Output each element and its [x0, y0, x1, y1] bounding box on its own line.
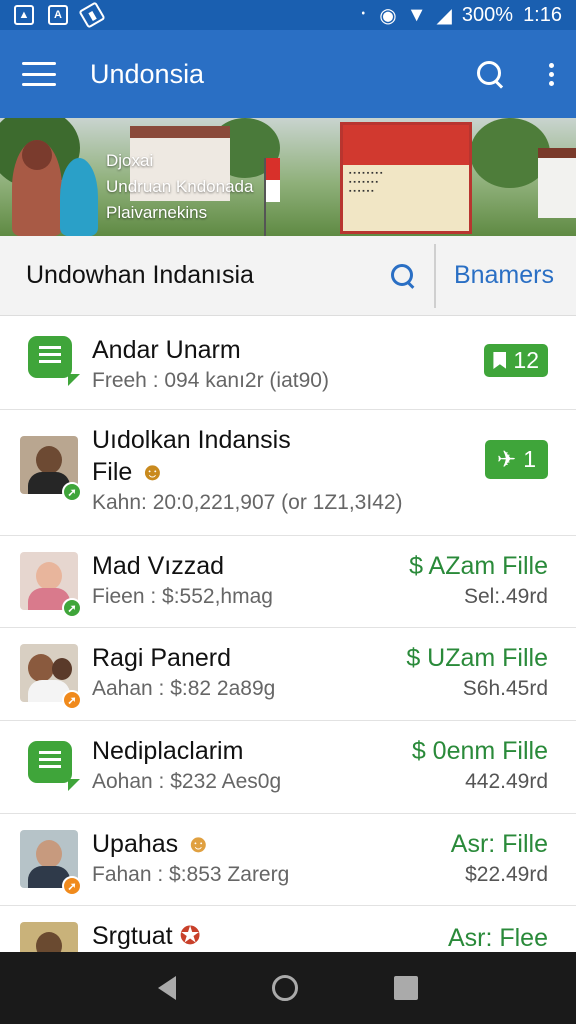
section-search-icon[interactable] — [390, 263, 416, 289]
chat-icon — [20, 735, 80, 795]
list-item[interactable]: Andar Unarm Freeh : 094 kanı2r (iat90) 1… — [0, 316, 576, 410]
section-header: Undowhan Indanısia Bnamers — [0, 236, 576, 316]
bookmark-icon — [493, 352, 507, 369]
price-label[interactable]: Asr: Fille — [451, 828, 548, 860]
price-label[interactable]: Asr: Flee — [448, 922, 548, 954]
hero-banner[interactable]: Djoxai Undruan Kndonada Plaivarnekins ▪ … — [0, 118, 576, 236]
search-icon[interactable] — [475, 59, 505, 89]
image-notification-icon: ▲ — [14, 5, 34, 25]
back-icon[interactable] — [158, 976, 176, 1000]
list-item[interactable]: Nediplaclarim Aohan : $232 Aes0g $ 0enm … — [0, 721, 576, 814]
banners-button[interactable]: Bnamers — [436, 261, 576, 290]
file-list: Andar Unarm Freeh : 094 kanı2r (iat90) 1… — [0, 316, 576, 980]
price-label[interactable]: $ AZam Fille — [409, 550, 548, 582]
app-bar: Undonsia — [0, 30, 576, 118]
section-title: Undowhan Indanısia — [26, 261, 254, 289]
signal-icon: ◢ — [436, 4, 452, 27]
system-nav-bar — [0, 952, 576, 1024]
status-badge-icon: ➚ — [62, 598, 82, 618]
bookmark-badge[interactable]: 12 — [484, 344, 548, 377]
banner-signboard: ▪ ▪ ▪ ▪ ▪ ▪ ▪ ▪ ▪ ▪ ▪ ▪ ▪ ▪ ▪ ▪ ▪ ▪ ▪ ▪ ▪ — [340, 122, 472, 234]
dove-icon: ✈ — [496, 446, 517, 472]
list-item[interactable]: ➚ Ragi Panerd Aahan : $:82 2a89g $ UZam … — [0, 628, 576, 721]
home-icon[interactable] — [272, 975, 298, 1001]
menu-icon[interactable] — [22, 62, 56, 86]
list-item[interactable]: ➚ Uıdolkan Indansis File ☻ Kahn: 20:0,22… — [0, 410, 576, 536]
tag-notification-icon: ▮ — [78, 1, 106, 29]
chart-notification-icon: A — [48, 5, 68, 25]
list-item[interactable]: ➚ Mad Vızzad Fieen : $:552,hmag $ AZam F… — [0, 536, 576, 628]
chat-icon — [20, 330, 80, 390]
status-badge-icon: ➚ — [62, 482, 82, 502]
clock: 1:16 — [523, 3, 562, 26]
emoji-icon: ☻ — [185, 830, 212, 858]
recent-apps-icon[interactable] — [394, 976, 418, 1000]
list-item[interactable]: ➚ Upahas ☻ Fahan : $:853 Zarerg Asr: Fil… — [0, 814, 576, 906]
status-badge-icon: ➚ — [62, 690, 82, 710]
share-badge[interactable]: ✈ 1 — [484, 440, 548, 479]
alarm-icon: ◉ — [379, 4, 397, 27]
flag-icon — [264, 158, 280, 236]
status-badge-icon: ➚ — [62, 876, 82, 896]
app-title: Undonsia — [90, 58, 205, 89]
overflow-menu-icon[interactable] — [549, 62, 554, 86]
status-bar: ▲ A ▮ ᛫ ◉ ▼ ◢ 300% 1:16 — [0, 0, 576, 30]
vibrate-icon: ᛫ — [357, 3, 370, 26]
battery-text: 300% — [461, 3, 514, 26]
price-label[interactable]: $ 0enm Fille — [412, 735, 548, 767]
emoji-icon: ☻ — [139, 458, 166, 486]
badge-icon: ✪ — [179, 922, 201, 950]
price-label[interactable]: $ UZam Fille — [406, 642, 548, 674]
wifi-icon: ▼ — [406, 3, 427, 26]
banner-caption: Djoxai Undruan Kndonada Plaivarnekins — [106, 151, 254, 222]
